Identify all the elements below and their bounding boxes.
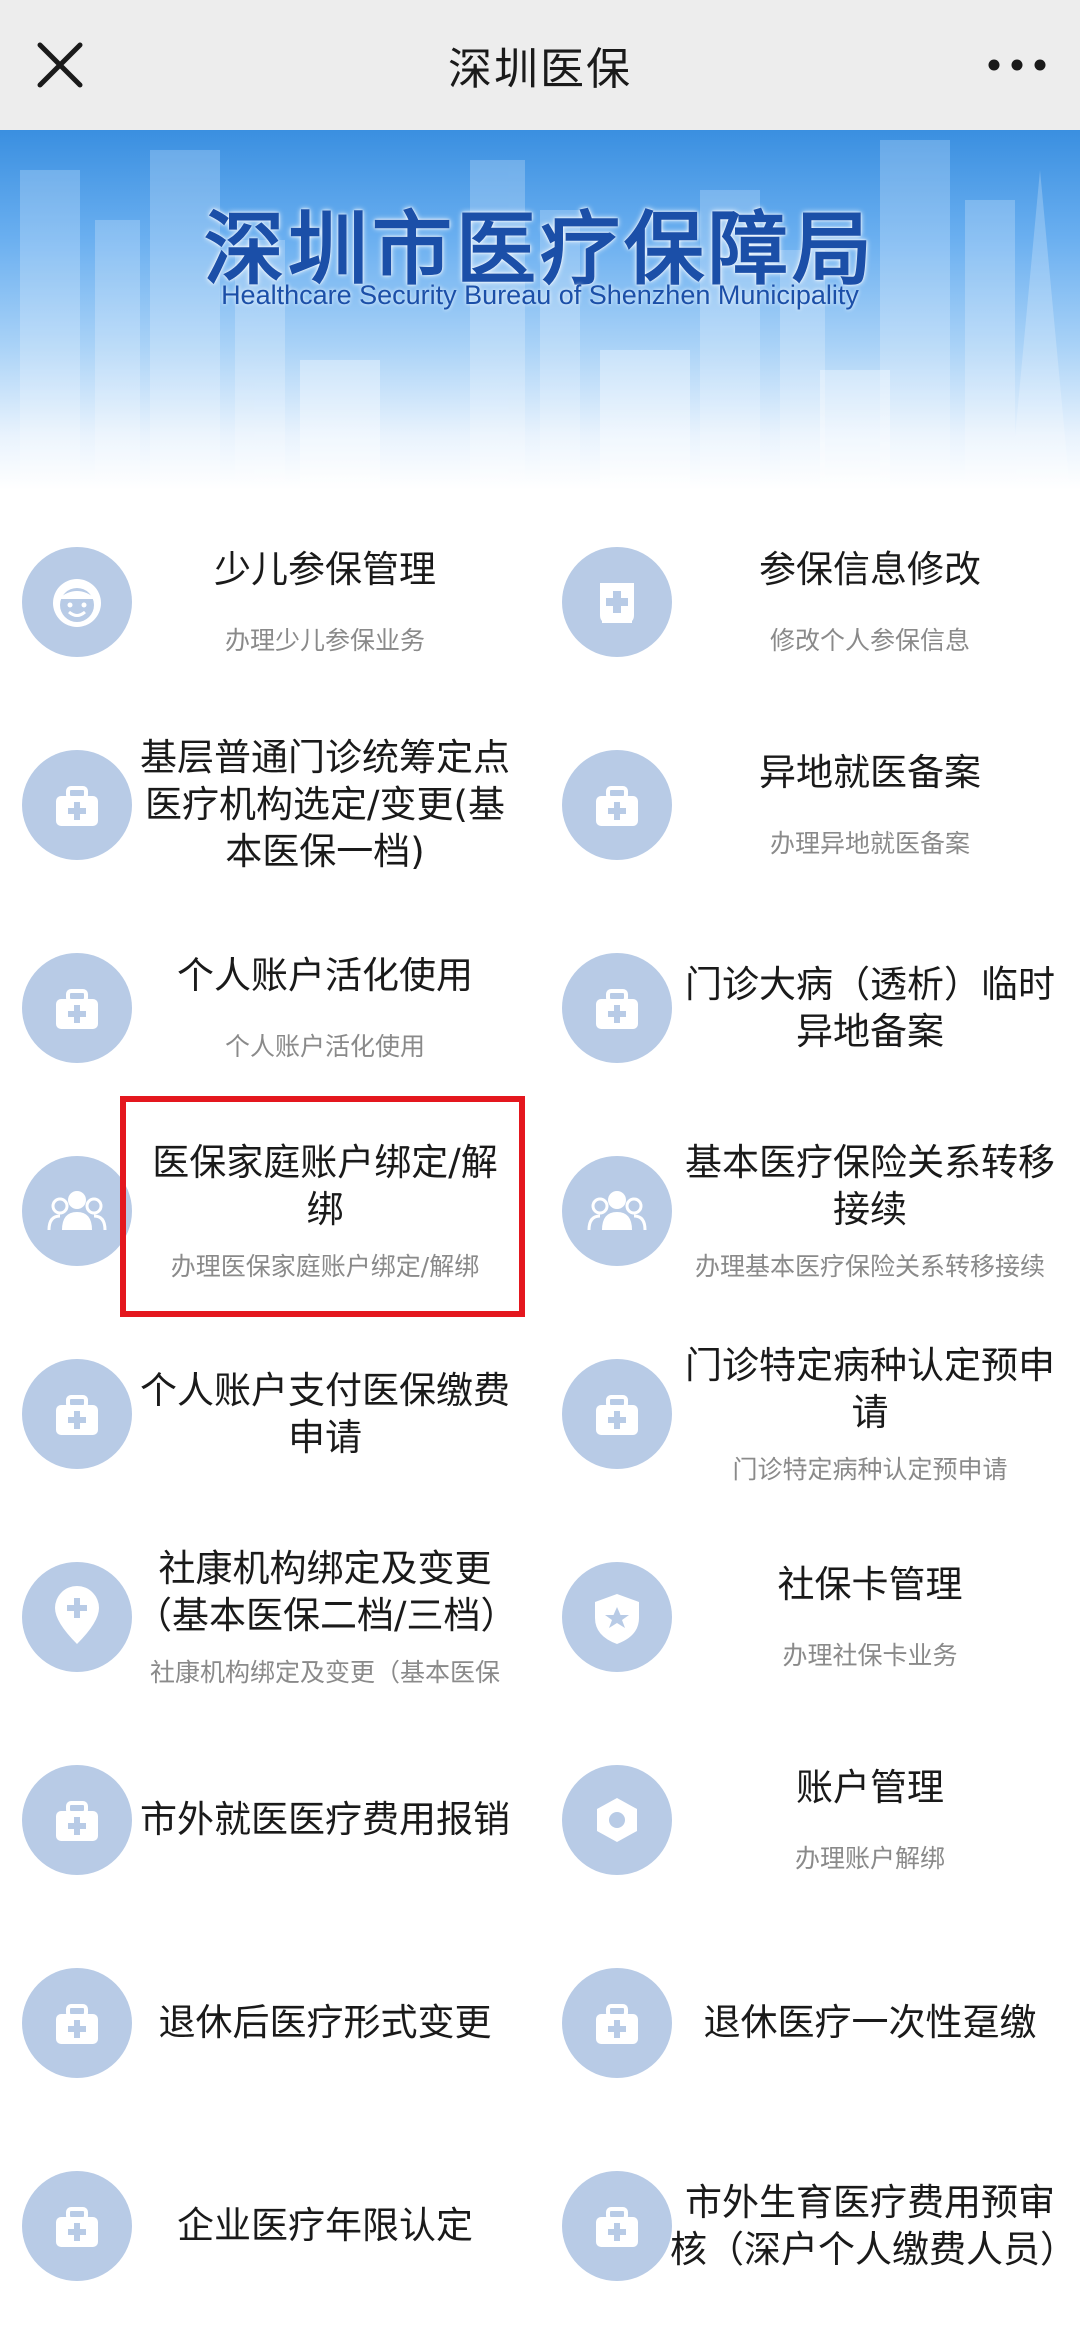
- medical-kit-icon: [22, 749, 132, 860]
- service-text: 门诊特定病种认定预申请 门诊特定病种认定预申请: [670, 1312, 1070, 1515]
- family-icon: [562, 1155, 672, 1266]
- service-name: 门诊大病（透析）临时异地备案: [685, 962, 1055, 1053]
- service-name: 社康机构绑定及变更（基本医保二档/三档）: [135, 1546, 518, 1637]
- service-name: 异地就医备案: [759, 751, 981, 794]
- service-text: 异地就医备案办理异地就医备案: [670, 703, 1070, 906]
- service-text: 基本医疗保险关系转移接续办理基本医疗保险关系转移接续: [670, 1109, 1070, 1312]
- hexagon-nut-icon: [562, 1764, 672, 1875]
- service-item[interactable]: 医保家庭账户绑定/解绑办理医保家庭账户绑定/解绑: [0, 1109, 540, 1312]
- service-text: 账户管理办理账户解绑: [670, 1718, 1070, 1921]
- shield-star-icon: [562, 1561, 672, 1672]
- service-item[interactable]: 参保信息修改修改个人参保信息: [540, 500, 1080, 703]
- service-item[interactable]: 个人账户活化使用 个人账户活化使用: [0, 906, 540, 1109]
- banner: 深圳市医疗保障局 Healthcare Security Bureau of S…: [0, 130, 1080, 490]
- service-name: 企业医疗年限认定: [177, 2204, 473, 2247]
- service-name: 医保家庭账户绑定/解绑: [152, 1140, 498, 1231]
- service-item[interactable]: 市外生育医疗费用预审核（深户个人缴费人员）: [540, 2124, 1080, 2327]
- more-dots-icon[interactable]: [982, 45, 1052, 85]
- id-card-icon: [562, 546, 672, 657]
- service-name: 市外生育医疗费用预审核（深户个人缴费人员）: [670, 2180, 1077, 2271]
- service-desc: 办理异地就医备案: [769, 829, 970, 858]
- service-desc: 门诊特定病种认定预申请: [732, 1454, 1008, 1484]
- service-item[interactable]: 基本医疗保险关系转移接续办理基本医疗保险关系转移接续: [540, 1109, 1080, 1312]
- service-name: 账户管理: [796, 1766, 944, 1809]
- service-name: 少儿参保管理: [214, 548, 436, 591]
- medical-kit-icon: [22, 1967, 132, 2078]
- medical-kit-icon: [562, 749, 672, 860]
- page-title: 深圳医保: [448, 44, 632, 95]
- service-desc: 办理少儿参保业务: [224, 626, 425, 655]
- service-item[interactable]: 市外就医医疗费用报销: [0, 1718, 540, 1921]
- service-name: 市外就医医疗费用报销: [140, 1798, 510, 1841]
- service-item[interactable]: 个人账户支付医保缴费申请: [0, 1312, 540, 1515]
- child-face-icon: [22, 546, 132, 657]
- service-name: 退休后医疗形式变更: [158, 2001, 492, 2044]
- banner-title-en: Healthcare Security Bureau of Shenzhen M…: [221, 280, 859, 310]
- service-text: 医保家庭账户绑定/解绑办理医保家庭账户绑定/解绑: [135, 1109, 515, 1312]
- service-text: 社保卡管理办理社保卡业务: [670, 1515, 1070, 1718]
- service-item[interactable]: 门诊大病（透析）临时异地备案: [540, 906, 1080, 1109]
- medical-kit-icon: [22, 1358, 132, 1469]
- medical-kit-icon: [22, 1764, 132, 1875]
- service-desc: 个人账户活化使用: [224, 1032, 425, 1061]
- service-item[interactable]: 账户管理办理账户解绑: [540, 1718, 1080, 1921]
- top-bar: 深圳医保: [0, 0, 1080, 130]
- service-text: 市外就医医疗费用报销: [135, 1718, 515, 1921]
- service-text: 退休医疗一次性趸缴: [670, 1921, 1070, 2124]
- medical-kit-icon: [562, 952, 672, 1063]
- service-item[interactable]: 异地就医备案办理异地就医备案: [540, 703, 1080, 906]
- medical-kit-icon: [22, 952, 132, 1063]
- service-desc: 社康机构绑定及变更（基本医保: [149, 1657, 500, 1687]
- service-name: 社保卡管理: [777, 1563, 963, 1606]
- service-desc: 修改个人参保信息: [769, 626, 970, 655]
- close-icon[interactable]: [30, 35, 90, 95]
- medical-kit-icon: [562, 2170, 672, 2281]
- service-desc: 办理医保家庭账户绑定/解绑: [170, 1251, 480, 1281]
- service-text: 基层普通门诊统筹定点医疗机构选定/变更(基本医保一档): [135, 703, 515, 906]
- medical-kit-icon: [562, 1967, 672, 2078]
- service-grid: 少儿参保管理 办理少儿参保业务 参保信息修改 修改个人参保信息 基层普通门诊统筹定点医疗…: [0, 500, 1080, 2327]
- service-item[interactable]: 企业医疗年限认定: [0, 2124, 540, 2327]
- service-name: 个人账户支付医保缴费申请: [140, 1368, 510, 1459]
- service-name: 基层普通门诊统筹定点医疗机构选定/变更(基本医保一档): [140, 736, 510, 873]
- service-item[interactable]: 门诊特定病种认定预申请 门诊特定病种认定预申请: [540, 1312, 1080, 1515]
- service-name: 门诊特定病种认定预申请: [685, 1343, 1055, 1434]
- service-text: 退休后医疗形式变更: [135, 1921, 515, 2124]
- location-plus-icon: [22, 1561, 132, 1672]
- service-desc: 办理基本医疗保险关系转移接续: [694, 1251, 1045, 1281]
- medical-kit-icon: [22, 2170, 132, 2281]
- service-item[interactable]: 少儿参保管理办理少儿参保业务: [0, 500, 540, 703]
- service-item[interactable]: 退休后医疗形式变更: [0, 1921, 540, 2124]
- service-item[interactable]: 社保卡管理办理社保卡业务: [540, 1515, 1080, 1718]
- service-name: 基本医疗保险关系转移接续: [685, 1140, 1055, 1231]
- family-icon: [22, 1155, 132, 1266]
- service-text: 社康机构绑定及变更（基本医保二档/三档） 社康机构绑定及变更（基本医保: [135, 1515, 518, 1718]
- service-text: 少儿参保管理办理少儿参保业务: [135, 500, 515, 703]
- service-text: 个人账户支付医保缴费申请: [135, 1312, 515, 1515]
- service-text: 门诊大病（透析）临时异地备案: [670, 906, 1070, 1109]
- service-item[interactable]: 社康机构绑定及变更（基本医保二档/三档） 社康机构绑定及变更（基本医保: [0, 1515, 540, 1718]
- service-desc: 办理社保卡业务: [782, 1641, 958, 1670]
- service-text: 个人账户活化使用 个人账户活化使用: [135, 906, 515, 1109]
- service-text: 市外生育医疗费用预审核（深户个人缴费人员）: [670, 2124, 1077, 2327]
- service-name: 个人账户活化使用: [177, 954, 473, 997]
- service-item[interactable]: 基层普通门诊统筹定点医疗机构选定/变更(基本医保一档): [0, 703, 540, 906]
- service-text: 企业医疗年限认定: [135, 2124, 515, 2327]
- service-name: 参保信息修改: [759, 548, 981, 591]
- service-name: 退休医疗一次性趸缴: [703, 2001, 1037, 2044]
- medical-kit-icon: [562, 1358, 672, 1469]
- service-text: 参保信息修改修改个人参保信息: [670, 500, 1070, 703]
- service-item[interactable]: 退休医疗一次性趸缴: [540, 1921, 1080, 2124]
- service-desc: 办理账户解绑: [794, 1844, 945, 1873]
